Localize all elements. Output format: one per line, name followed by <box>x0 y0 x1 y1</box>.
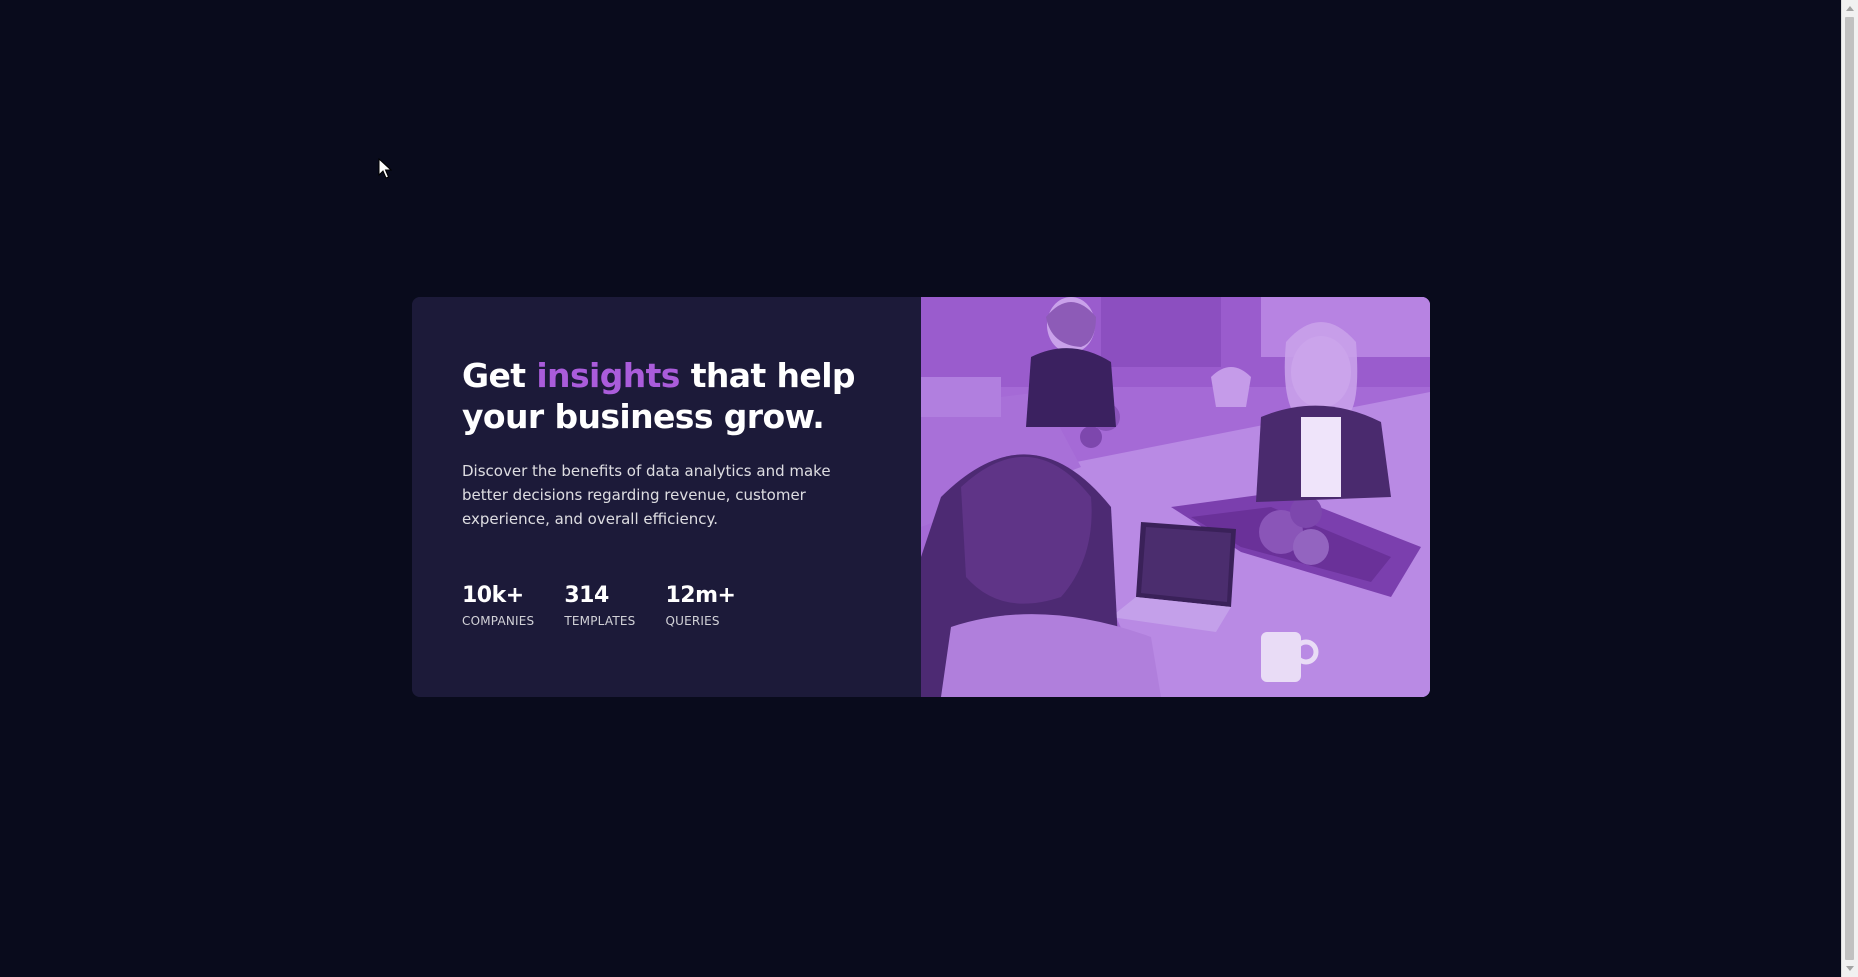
scroll-down-arrow-icon[interactable] <box>1846 966 1854 971</box>
scrollbar-thumb[interactable] <box>1845 17 1854 960</box>
stat-value: 314 <box>564 583 609 608</box>
stat-value: 10k+ <box>462 583 524 608</box>
stat-label: COMPANIES <box>462 614 535 628</box>
card-text-panel: Get insights that help your business gro… <box>412 297 921 697</box>
page-viewport: Get insights that help your business gro… <box>0 0 1841 977</box>
card-description: Discover the benefits of data analytics … <box>462 462 831 528</box>
stats-preview-card: Get insights that help your business gro… <box>412 297 1430 697</box>
mouse-pointer-icon <box>378 158 392 179</box>
office-photo-illustration <box>921 297 1430 697</box>
card-headline: Get insights that help your business gro… <box>462 355 882 437</box>
stat-templates: 314 TEMPLATES <box>564 583 635 629</box>
scroll-up-arrow-icon[interactable] <box>1846 6 1854 11</box>
stats-row: 10k+ COMPANIES 314 TEMPLATES 12m+ QUERIE… <box>462 583 765 629</box>
headline-accent-word: insights <box>536 356 680 395</box>
stat-label: QUERIES <box>665 614 720 628</box>
stat-queries: 12m+ QUERIES <box>665 583 735 629</box>
vertical-scrollbar[interactable] <box>1841 0 1858 977</box>
office-photo <box>921 297 1430 697</box>
stat-companies: 10k+ COMPANIES <box>462 583 534 629</box>
stat-label: TEMPLATES <box>564 614 636 628</box>
stat-value: 12m+ <box>665 583 736 608</box>
headline-start: Get <box>462 356 537 395</box>
